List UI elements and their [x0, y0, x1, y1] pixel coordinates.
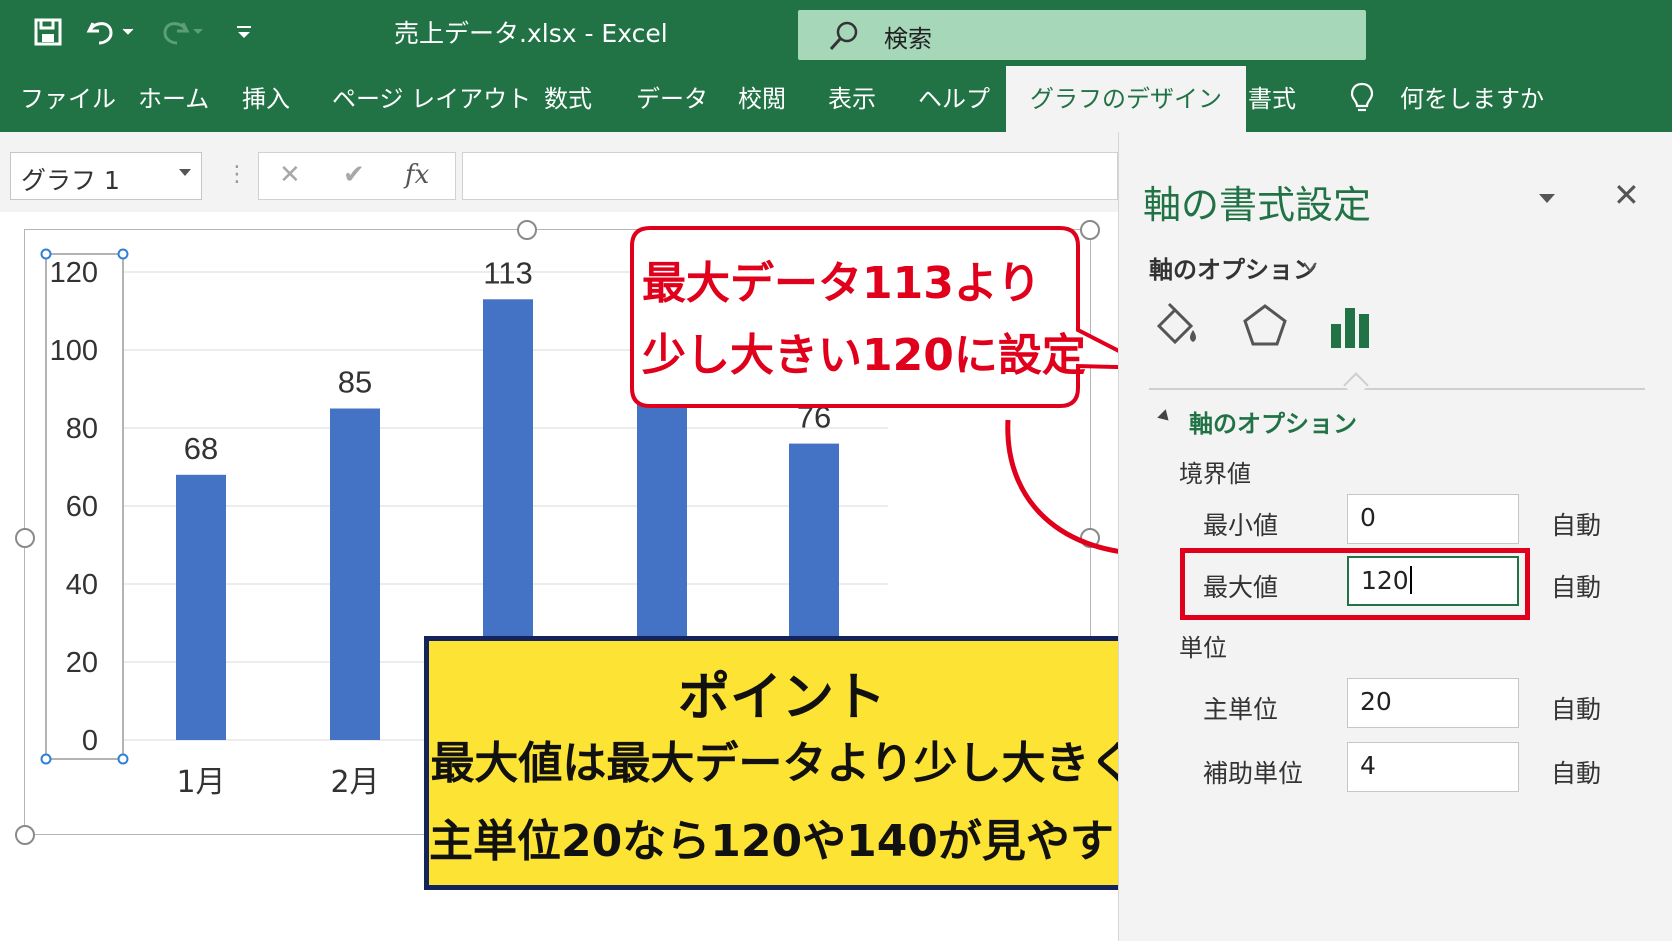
axis-handle[interactable]: [40, 248, 52, 260]
y-tick-label: 0: [82, 725, 98, 757]
axis-options-dropdown[interactable]: 軸のオプション: [1149, 250, 1317, 285]
format-axis-pane: 軸の書式設定 ✕ 軸のオプション 軸のオプション 境界値 最小値 0 自動 最大…: [1118, 132, 1672, 941]
major-unit-auto-button[interactable]: 自動: [1551, 690, 1601, 726]
close-icon[interactable]: ✕: [1613, 176, 1640, 214]
minimum-field[interactable]: 0: [1347, 494, 1519, 544]
pane-menu-chevron-icon[interactable]: [1539, 194, 1555, 203]
y-tick-label: 120: [50, 257, 98, 289]
axis-options-bar-chart-icon[interactable]: [1325, 300, 1377, 356]
x-axis-labels: 1月 2月: [176, 765, 379, 800]
y-tick-label: 80: [66, 413, 98, 445]
x-tick-label: 2月: [330, 765, 379, 800]
axis-handle[interactable]: [117, 753, 129, 765]
y-tick-label: 100: [50, 335, 98, 367]
pane-divider: [1149, 388, 1645, 390]
major-unit-label: 主単位: [1203, 695, 1279, 724]
effects-pentagon-icon[interactable]: [1239, 300, 1291, 356]
minor-unit-auto-button[interactable]: 自動: [1551, 754, 1601, 790]
collapse-triangle-icon[interactable]: [1157, 409, 1173, 425]
callout-line-1: 最大データ113より: [642, 258, 1041, 309]
x-tick-label: 1月: [176, 765, 225, 800]
point-line-1: 最大値は最大データより少し大きく: [430, 738, 1134, 789]
chevron-down-icon[interactable]: [1303, 260, 1317, 274]
point-line-2: 主単位20なら120や140が見やすい: [429, 816, 1158, 867]
point-box: ポイント 最大値は最大データより少し大きく 主単位20なら120や140が見やす…: [424, 636, 1158, 890]
active-tab-indicator: [1343, 372, 1369, 398]
y-tick-label: 60: [66, 491, 98, 523]
fill-line-icon[interactable]: [1151, 300, 1203, 356]
point-title: ポイント: [677, 668, 886, 728]
bar: [330, 408, 380, 740]
maximum-auto-button[interactable]: 自動: [1551, 568, 1601, 604]
units-label: 単位: [1179, 634, 1227, 662]
minor-unit-label: 補助単位: [1203, 759, 1304, 788]
section-axis-options[interactable]: 軸のオプション: [1189, 404, 1357, 439]
minimum-auto-button[interactable]: 自動: [1551, 506, 1601, 542]
minimum-label: 最小値: [1203, 511, 1279, 540]
y-tick-label: 40: [66, 569, 98, 601]
minor-unit-value: 4: [1360, 751, 1376, 780]
axis-handle[interactable]: [40, 753, 52, 765]
axis-handle[interactable]: [117, 248, 129, 260]
major-unit-field[interactable]: 20: [1347, 678, 1519, 728]
minor-unit-field[interactable]: 4: [1347, 742, 1519, 792]
minimum-value: 0: [1360, 503, 1376, 532]
maximum-highlight-box: [1180, 548, 1530, 620]
bar: [176, 474, 226, 740]
data-label: 113: [483, 255, 532, 290]
major-unit-value: 20: [1360, 687, 1392, 716]
bounds-label: 境界値: [1179, 460, 1251, 488]
callout-text: 最大データ113より 少し大きい120に設定: [642, 248, 1086, 392]
y-axis-labels: 0 20 40 60 80 100 120: [50, 257, 98, 757]
pane-title: 軸の書式設定: [1143, 183, 1372, 227]
data-label: 68: [184, 431, 218, 466]
data-label: 85: [338, 365, 372, 400]
callout-line-2: 少し大きい120に設定: [642, 330, 1086, 381]
y-tick-label: 20: [66, 647, 98, 679]
